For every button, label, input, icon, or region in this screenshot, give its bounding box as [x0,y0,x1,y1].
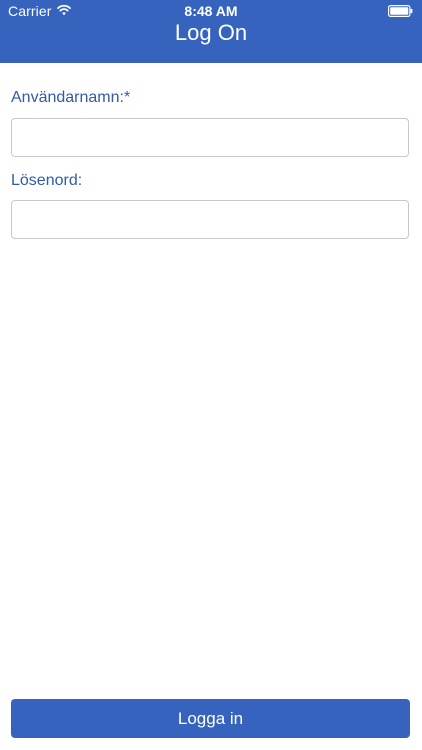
login-button[interactable]: Logga in [11,699,410,738]
clock: 8:48 AM [184,3,238,19]
top-bar: Carrier 8:48 AM Log On [0,0,422,63]
username-label: Användarnamn:* [11,89,131,106]
username-field[interactable] [11,118,409,157]
password-field[interactable] [11,200,409,239]
password-label: Lösenord: [11,172,83,189]
page-title: Log On [174,20,248,45]
battery-icon [388,5,413,17]
status-bar: Carrier 8:48 AM [0,0,422,22]
